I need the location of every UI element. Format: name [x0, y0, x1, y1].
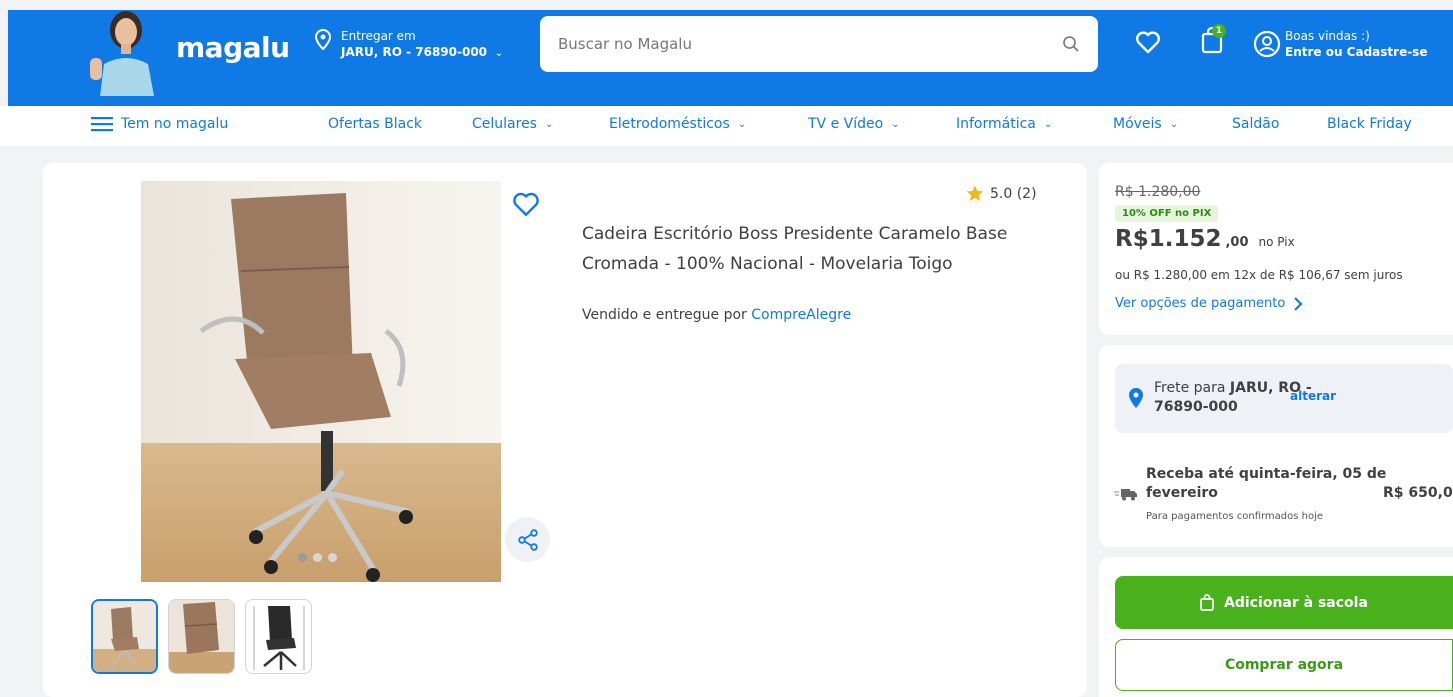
location-pin-icon [313, 28, 333, 52]
thumbnail-strip [91, 599, 312, 674]
discount-badge: 10% OFF no PIX [1115, 205, 1219, 222]
buy-now-button[interactable]: Comprar agora [1115, 639, 1453, 691]
nav-item-label: Black Friday [1327, 116, 1412, 132]
heart-icon [1135, 30, 1161, 54]
nav-menu-all[interactable]: Tem no magalu [91, 116, 228, 132]
nav-item-label: Eletrodomésticos [609, 116, 730, 132]
seller-link[interactable]: CompreAlegre [751, 307, 851, 323]
shopping-bag-icon [1200, 594, 1214, 611]
nav-item-eletrodomesticos[interactable]: Eletrodomésticos ⌄ [609, 116, 746, 132]
chevron-down-icon: ⌄ [1043, 118, 1053, 130]
shipping-location-box: Frete para JARU, RO - 76890-000 [1115, 364, 1453, 433]
nav-item-saldao[interactable]: Saldão [1232, 116, 1279, 132]
nav-item-label: Saldão [1232, 116, 1280, 132]
user-login-action: Entre ou Cadastre-se [1285, 45, 1428, 59]
price-cents: ,00 [1225, 235, 1249, 250]
thumbnail-2[interactable] [168, 599, 235, 674]
truck-icon [1114, 487, 1138, 501]
payment-options-label: Ver opções de pagamento [1115, 296, 1286, 311]
add-to-bag-label: Adicionar à sacola [1224, 594, 1368, 611]
image-carousel-dots [298, 553, 337, 562]
search-icon[interactable] [1062, 35, 1080, 53]
chevron-down-icon: ⌄ [1169, 118, 1179, 130]
delivery-price: R$ 650,00 [1383, 485, 1453, 501]
location-pin-icon [1129, 388, 1143, 408]
nav-item-label: Ofertas Black [328, 116, 423, 132]
wishlist-button[interactable] [1135, 30, 1161, 58]
cart-count-badge: 1 [1212, 24, 1226, 38]
heart-icon [512, 191, 540, 217]
old-price: R$ 1.280,00 [1115, 184, 1201, 200]
chevron-right-icon [1293, 296, 1303, 311]
price-method: no Pix [1258, 235, 1295, 249]
nav-item-label: Informática [956, 116, 1036, 132]
add-to-bag-button[interactable]: Adicionar à sacola [1115, 576, 1453, 629]
price-main: R$1.152 [1115, 226, 1222, 252]
nav-item-moveis[interactable]: Móveis ⌄ [1113, 116, 1178, 132]
user-icon [1253, 30, 1281, 58]
star-icon [966, 185, 984, 202]
search-input[interactable] [558, 35, 1062, 53]
chevron-down-icon: ⌄ [544, 118, 554, 130]
thumbnail-3[interactable] [245, 599, 312, 674]
nav-item-label: Celulares [472, 116, 537, 132]
nav-item-label: TV e Vídeo [808, 116, 884, 132]
carousel-dot-active[interactable] [298, 553, 307, 562]
delivery-note: Para pagamentos confirmados hoje [1146, 511, 1324, 522]
nav-menu-label: Tem no magalu [121, 116, 229, 132]
current-price: R$1.152,00 no Pix [1115, 226, 1295, 252]
search-box [540, 16, 1098, 72]
shipping-prefix: Frete para [1154, 380, 1226, 396]
nav-item-ofertas-black[interactable]: Ofertas Black [328, 116, 422, 132]
category-nav: Tem no magalu Ofertas Black Celulares ⌄ E… [0, 106, 1453, 146]
seller-info: Vendido e entregue por CompreAlegre [582, 307, 851, 323]
favorite-product-button[interactable] [512, 191, 540, 221]
carousel-dot[interactable] [313, 553, 322, 562]
product-rating[interactable]: 5.0 (2) [966, 185, 1037, 202]
change-location-link[interactable]: alterar [1290, 389, 1336, 403]
share-button[interactable] [505, 517, 550, 562]
location-label: Entregar em [341, 29, 416, 43]
magalu-logo[interactable]: magalu [176, 31, 290, 64]
chevron-down-icon: ⌄ [737, 118, 747, 130]
buy-now-label: Comprar agora [1224, 657, 1344, 673]
rating-value: 5.0 (2) [990, 185, 1037, 202]
user-greeting: Boas vindas :) [1285, 29, 1370, 43]
location-value: JARU, RO - 76890-000 [341, 45, 488, 59]
product-main-image[interactable] [141, 181, 501, 582]
delivery-location-selector[interactable]: Entregar em JARU, RO - 76890-000 ⌄ [313, 28, 503, 62]
share-icon [517, 528, 539, 551]
hamburger-menu-icon [91, 116, 113, 132]
chevron-down-icon: ⌄ [491, 48, 504, 59]
user-account-link[interactable]: Boas vindas :) Entre ou Cadastre-se [1253, 28, 1427, 60]
nav-item-label: Móveis [1113, 116, 1162, 132]
cart-button[interactable]: 1 [1200, 24, 1226, 58]
nav-item-black-friday[interactable]: Black Friday [1327, 116, 1412, 132]
lu-avatar [86, 0, 164, 96]
thumbnail-1[interactable] [91, 599, 158, 674]
nav-item-informatica[interactable]: Informática ⌄ [956, 116, 1052, 132]
chevron-down-icon: ⌄ [891, 118, 900, 130]
carousel-dot[interactable] [328, 553, 337, 562]
payment-options-link[interactable]: Ver opções de pagamento [1115, 296, 1303, 311]
nav-item-tv-video[interactable]: TV e Vídeo ⌄ [808, 116, 900, 132]
installments-info: ou R$ 1.280,00 em 12x de R$ 106,67 sem j… [1115, 268, 1403, 282]
nav-item-celulares[interactable]: Celulares ⌄ [472, 116, 553, 132]
sold-by-label: Vendido e entregue por [582, 307, 747, 323]
product-title: Cadeira Escritório Boss Presidente Caram… [582, 224, 1008, 274]
